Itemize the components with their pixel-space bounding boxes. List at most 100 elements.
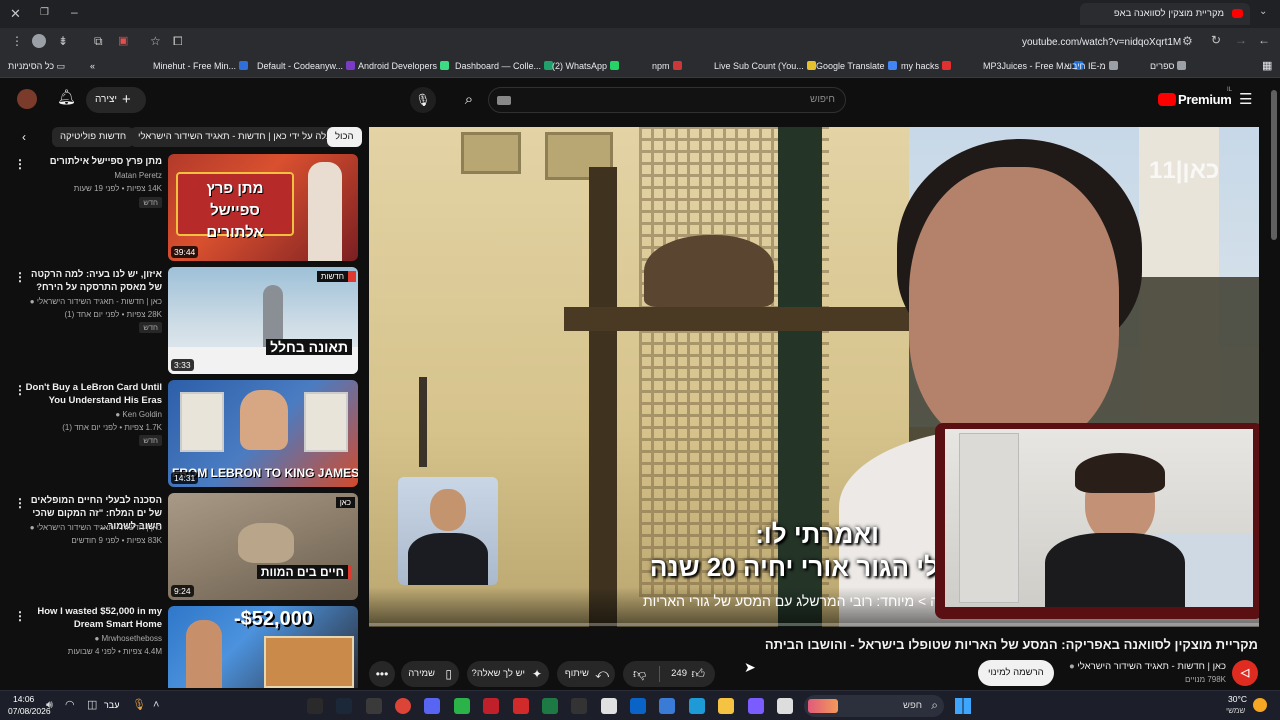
copilot-icon[interactable] — [748, 698, 764, 714]
bookmark-item[interactable]: ספרים — [1150, 61, 1189, 71]
obs-icon[interactable] — [366, 698, 382, 714]
bookmark-item[interactable]: חיבוא IE-מ — [1064, 61, 1121, 71]
tab-list-icon[interactable]: ⌄ — [1259, 7, 1267, 17]
search-input-placeholder[interactable]: חיפוש — [810, 94, 835, 105]
youtube-logo-icon[interactable] — [1158, 93, 1176, 106]
menu-dots-icon[interactable]: ⋮ — [11, 35, 23, 47]
video-thumbnail[interactable]: חיים בים המוות כאן 9:24 — [168, 493, 358, 600]
bookmark-item[interactable]: Live Sub Count (You... — [714, 61, 819, 71]
downloads-icon[interactable]: ⇟ — [58, 35, 68, 47]
channel-avatar[interactable] — [17, 89, 37, 109]
create-button[interactable]: + יצירה — [86, 87, 146, 113]
bookmark-item[interactable]: Google Translate — [816, 61, 900, 71]
youtube-logo-text[interactable]: Premium — [1178, 92, 1232, 107]
bookmark-item[interactable]: Android Developers — [358, 61, 452, 71]
extensions-icon[interactable]: ⧉ — [94, 35, 103, 47]
video-thumbnail[interactable]: FROM LEBRON TO KING JAMES 14:31 — [168, 380, 358, 487]
maximize-icon[interactable]: ❐ — [40, 8, 49, 18]
browser-tab-active[interactable]: מקריית מוצקין לסוואנה באפ ✕ — [1080, 3, 1250, 25]
video-channel[interactable]: כאן | חדשות - תאגיד השידור הישראלי ● — [12, 295, 162, 308]
close-window-icon[interactable]: ✕ — [10, 7, 21, 20]
subscribe-button[interactable]: הרשמה למינוי — [978, 660, 1054, 686]
video-title[interactable]: How I wasted $52,000 in my Dream Smart H… — [22, 605, 162, 631]
excel-icon[interactable] — [542, 698, 558, 714]
minimize-icon[interactable]: – — [71, 6, 78, 18]
like-button[interactable]: 👍︎ 249 — [660, 661, 715, 687]
video-channel[interactable]: Ken Goldin ● — [12, 408, 162, 421]
windows-start-icon[interactable] — [955, 698, 971, 714]
bookmark-item[interactable]: Default - Codeanyw... — [257, 61, 358, 71]
back-icon[interactable]: ← — [1258, 34, 1270, 46]
terminal-icon[interactable] — [454, 698, 470, 714]
app-icon[interactable] — [571, 698, 587, 714]
apps-grid-icon[interactable]: ▦ — [1262, 59, 1272, 72]
bookmark-item[interactable]: Dashboard — Colle... — [455, 61, 556, 71]
hamburger-menu-icon[interactable]: ☰ — [1239, 92, 1252, 107]
steam-icon[interactable] — [336, 698, 352, 714]
address-bar-url[interactable]: youtube.com/watch?v=nidqoXqrt1M — [1022, 37, 1181, 48]
video-thumbnail[interactable]: מתן פרץ ספיישל אלתורים 39:44 — [168, 154, 358, 261]
wifi-icon[interactable]: ◠ — [65, 700, 75, 711]
app-icon[interactable] — [777, 698, 793, 714]
notifications-bell-icon[interactable]: 🔔︎ — [57, 90, 76, 105]
cast-icon[interactable]: ⧠ — [173, 35, 183, 47]
app-icon[interactable] — [601, 698, 617, 714]
record-icon[interactable] — [483, 698, 499, 714]
dislike-button[interactable]: 👎︎ — [633, 661, 646, 687]
store-icon[interactable] — [659, 698, 675, 714]
bookmark-item[interactable]: npm — [652, 61, 685, 71]
outlook-icon[interactable] — [630, 698, 646, 714]
video-thumbnail[interactable]: תאונה בחלל חדשות 3:33 — [168, 267, 358, 374]
profile-avatar[interactable] — [32, 34, 46, 48]
chips-scroll-left-icon[interactable]: ‹ — [22, 131, 26, 143]
chip-uploaded-by[interactable]: הועלה על ידי כאן | חדשות - תאגיד השידור … — [130, 127, 349, 147]
weather-temp[interactable]: 30°C — [1228, 694, 1247, 704]
search-box[interactable]: חיפוש — [488, 87, 846, 113]
volume-icon[interactable]: 🔊︎ — [46, 700, 53, 711]
notifications-icon[interactable]: ◫ — [87, 700, 97, 711]
chip-all[interactable]: הכול — [327, 127, 362, 147]
video-channel[interactable]: Matan Peretz — [12, 169, 162, 182]
video-title[interactable]: Don't Buy a LeBron Card Until You Unders… — [22, 381, 162, 407]
video-channel[interactable]: כאן | חדשות - תאגיד השידור הישראלי ● — [12, 521, 162, 534]
keyboard-icon[interactable] — [497, 96, 511, 105]
page-scrollbar[interactable] — [1271, 90, 1277, 240]
channel-name[interactable]: כאן | חדשות - תאגיד השידור הישראלי ● — [1069, 661, 1226, 672]
video-channel[interactable]: Mrwhosetheboss ● — [12, 632, 162, 645]
taskbar-search[interactable]: חפש ⌕ — [804, 695, 944, 717]
bookmark-star-icon[interactable]: ☆ — [150, 35, 161, 47]
bookmark-item[interactable]: Minehut - Free Min... — [153, 61, 251, 71]
all-bookmarks[interactable]: כל הסימניות ▭ — [8, 61, 65, 72]
more-actions-button[interactable]: ••• — [369, 661, 395, 687]
language-indicator[interactable]: עבר — [104, 700, 119, 710]
video-thumbnail[interactable]: -$52,000 — [168, 606, 358, 688]
ask-button[interactable]: ✦ יש לך שאלה? — [467, 661, 549, 687]
clock-date[interactable]: 07/08/2026 — [8, 706, 51, 716]
chrome-icon[interactable] — [395, 698, 411, 714]
voice-search-button[interactable]: 🎙︎ — [410, 87, 436, 113]
reload-icon[interactable]: ↻ — [1211, 34, 1221, 46]
clock-time[interactable]: 14:06 — [13, 694, 34, 704]
tray-chevron-icon[interactable]: ˄ — [153, 700, 159, 711]
share-button[interactable]: ⤺ שיתוף — [557, 661, 615, 687]
search-button[interactable]: ⌕ — [454, 87, 484, 113]
chapter-title[interactable]: ה > מיוחד: רובי המרשלג עם המסע של גורי ה… — [643, 593, 939, 609]
video-title[interactable]: מתן פרץ ספיישל אילתורים — [22, 155, 162, 168]
bookmarks-overflow-icon[interactable]: « — [90, 61, 95, 71]
video-title[interactable]: איזון, יש לנו בעיה: למה הרקטה של מאסק הת… — [22, 268, 162, 294]
forward-icon[interactable]: → — [1235, 34, 1247, 46]
chip-politics[interactable]: חדשות פוליטיקה — [52, 127, 135, 147]
bookmark-item[interactable]: my hacks — [901, 61, 954, 71]
edge-icon[interactable] — [689, 698, 705, 714]
extension-badge-icon[interactable]: ▣ — [118, 36, 128, 47]
app-icon[interactable] — [513, 698, 529, 714]
site-settings-icon[interactable]: ⚙ — [1182, 35, 1193, 47]
file-explorer-icon[interactable] — [718, 698, 734, 714]
video-player[interactable]: כאן|11 ואמרתי לו: לי הגור אורי יחיה 20 ש… — [369, 127, 1259, 627]
bookmark-item[interactable]: (2) WhatsApp — [552, 61, 622, 71]
channel-logo[interactable]: ◁ — [1232, 660, 1258, 686]
discord-icon[interactable] — [424, 698, 440, 714]
app-icon[interactable] — [307, 698, 323, 714]
save-button[interactable]: ▯ שמירה — [401, 661, 459, 687]
progress-bar[interactable] — [369, 623, 1259, 626]
